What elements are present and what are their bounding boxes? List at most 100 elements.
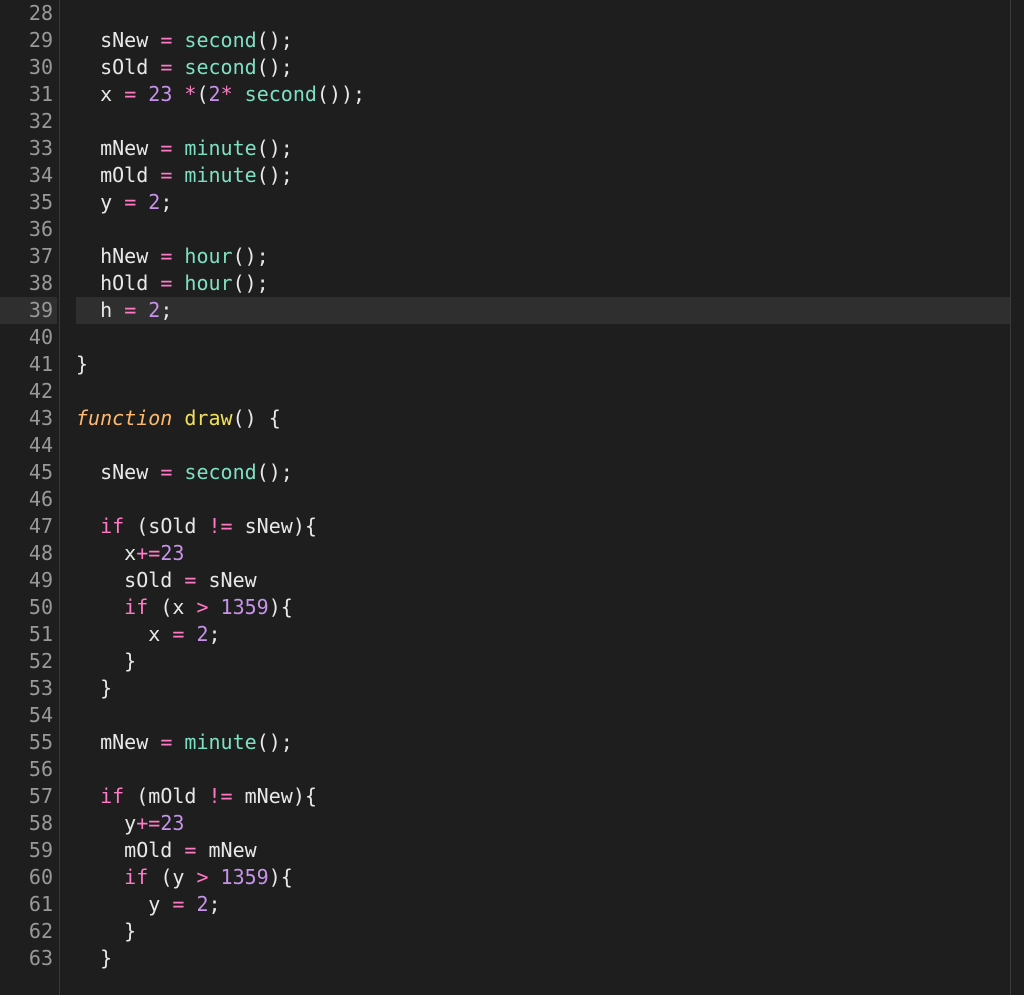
gutter-line[interactable]: 28 [0, 0, 57, 27]
gutter-line[interactable]: 42 [0, 378, 57, 405]
token-semi: ; [281, 163, 293, 187]
line-number: 60 [29, 864, 57, 891]
gutter-line[interactable]: 51 [0, 621, 57, 648]
code-line[interactable]: y+=23 [76, 810, 1024, 837]
gutter-line[interactable]: 47 [0, 513, 57, 540]
gutter-line[interactable]: 39 [0, 297, 57, 324]
code-content: x = 23 *(2* second()); [76, 81, 365, 108]
gutter-line[interactable]: 48 [0, 540, 57, 567]
gutter-line[interactable]: 58 [0, 810, 57, 837]
token-num: 23 [148, 82, 172, 106]
code-line[interactable]: } [76, 675, 1024, 702]
code-line[interactable]: } [76, 918, 1024, 945]
gutter-line[interactable]: 35 [0, 189, 57, 216]
code-content: hOld = hour(); [76, 270, 269, 297]
code-area[interactable]: sNew = second(); sOld = second(); x = 23… [60, 0, 1024, 995]
token-num: 2 [209, 82, 221, 106]
code-line[interactable] [76, 432, 1024, 459]
gutter-line[interactable]: 61 [0, 891, 57, 918]
code-line[interactable]: sOld = sNew [76, 567, 1024, 594]
gutter-line[interactable]: 29 [0, 27, 57, 54]
code-editor[interactable]: 2829303132333435363738394041424344454647… [0, 0, 1024, 995]
gutter-line[interactable]: 34 [0, 162, 57, 189]
code-line[interactable]: if (mOld != mNew){ [76, 783, 1024, 810]
token-default [148, 271, 160, 295]
gutter-line[interactable]: 62 [0, 918, 57, 945]
gutter-line[interactable]: 36 [0, 216, 57, 243]
token-func: second [245, 82, 317, 106]
code-line[interactable]: sNew = second(); [76, 459, 1024, 486]
gutter-line[interactable]: 32 [0, 108, 57, 135]
code-line[interactable]: mNew = minute(); [76, 135, 1024, 162]
gutter-line[interactable]: 30 [0, 54, 57, 81]
gutter-line[interactable]: 59 [0, 837, 57, 864]
code-line[interactable]: y = 2; [76, 891, 1024, 918]
gutter-line[interactable]: 41 [0, 351, 57, 378]
gutter-line[interactable]: 55 [0, 729, 57, 756]
code-line[interactable]: y = 2; [76, 189, 1024, 216]
vertical-scrollbar[interactable] [1010, 0, 1024, 995]
code-line[interactable]: x+=23 [76, 540, 1024, 567]
code-content: mNew = minute(); [76, 135, 293, 162]
gutter-line[interactable]: 46 [0, 486, 57, 513]
gutter-line[interactable]: 52 [0, 648, 57, 675]
token-keyword: if [100, 514, 124, 538]
code-line[interactable]: mOld = mNew [76, 837, 1024, 864]
code-line[interactable] [76, 216, 1024, 243]
token-num: 1359 [221, 865, 269, 889]
token-default [76, 136, 100, 160]
code-line[interactable] [76, 324, 1024, 351]
gutter-line[interactable]: 63 [0, 945, 57, 972]
gutter-line[interactable]: 50 [0, 594, 57, 621]
code-line[interactable] [76, 486, 1024, 513]
token-brace: { [281, 865, 293, 889]
code-line[interactable]: if (y > 1359){ [76, 864, 1024, 891]
code-line[interactable]: h = 2; [76, 297, 1024, 324]
code-line[interactable]: hOld = hour(); [76, 270, 1024, 297]
code-line[interactable]: mOld = minute(); [76, 162, 1024, 189]
token-num: 1359 [221, 595, 269, 619]
token-default [257, 406, 269, 430]
gutter-line[interactable]: 53 [0, 675, 57, 702]
code-content: mNew = minute(); [76, 729, 293, 756]
code-line[interactable] [76, 108, 1024, 135]
gutter-line[interactable]: 49 [0, 567, 57, 594]
gutter-line[interactable]: 37 [0, 243, 57, 270]
code-line[interactable]: if (x > 1359){ [76, 594, 1024, 621]
token-op: = [160, 136, 172, 160]
code-line[interactable]: x = 23 *(2* second()); [76, 81, 1024, 108]
gutter-line[interactable]: 45 [0, 459, 57, 486]
code-line[interactable]: } [76, 648, 1024, 675]
code-line[interactable]: hNew = hour(); [76, 243, 1024, 270]
code-line[interactable]: sNew = second(); [76, 27, 1024, 54]
gutter-line[interactable]: 33 [0, 135, 57, 162]
gutter-line[interactable]: 56 [0, 756, 57, 783]
code-line[interactable]: x = 2; [76, 621, 1024, 648]
token-semi: ; [160, 298, 172, 322]
token-var: sNew [245, 514, 293, 538]
line-number: 39 [29, 297, 57, 324]
token-op: = [160, 55, 172, 79]
gutter-line[interactable]: 44 [0, 432, 57, 459]
code-line[interactable] [76, 756, 1024, 783]
gutter-line[interactable]: 43 [0, 405, 57, 432]
gutter-line[interactable]: 40 [0, 324, 57, 351]
gutter-line[interactable]: 60 [0, 864, 57, 891]
code-line[interactable]: if (sOld != sNew){ [76, 513, 1024, 540]
code-line[interactable]: sOld = second(); [76, 54, 1024, 81]
code-line[interactable]: mNew = minute(); [76, 729, 1024, 756]
code-line[interactable] [76, 378, 1024, 405]
token-var: x [172, 595, 184, 619]
code-line[interactable] [76, 702, 1024, 729]
code-line[interactable]: } [76, 351, 1024, 378]
gutter-line[interactable]: 38 [0, 270, 57, 297]
gutter-line[interactable]: 57 [0, 783, 57, 810]
token-var: sNew [100, 460, 148, 484]
gutter-line[interactable]: 31 [0, 81, 57, 108]
gutter-line[interactable]: 54 [0, 702, 57, 729]
code-line[interactable]: } [76, 945, 1024, 972]
token-paren: ) [293, 514, 305, 538]
code-line[interactable]: function draw() { [76, 405, 1024, 432]
token-paren: () [257, 163, 281, 187]
code-line[interactable] [76, 0, 1024, 27]
